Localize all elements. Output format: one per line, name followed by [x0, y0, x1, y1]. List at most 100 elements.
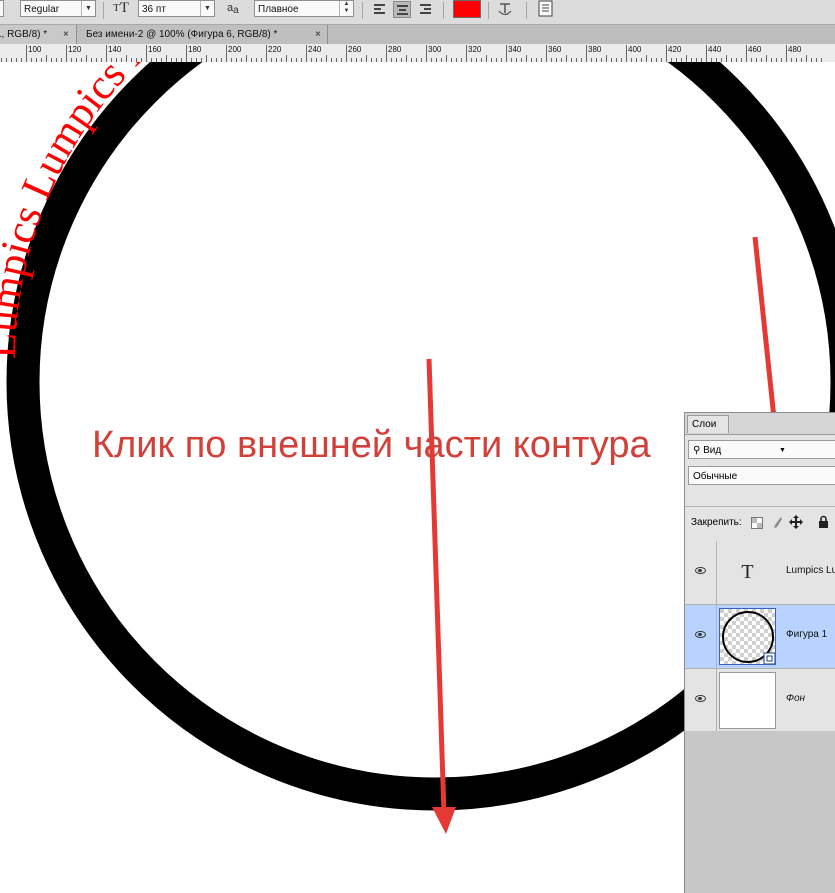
visibility-toggle[interactable]: [685, 669, 717, 732]
antialias-value: Плавное: [258, 4, 299, 15]
ruler-minor-tick: [646, 55, 647, 62]
updown-icon: ▲ ▼: [339, 1, 353, 16]
layers-panel: Слои ⚲ Вид ▼ Обычные Закрепить: T Lumpic…: [684, 412, 835, 893]
ruler-major-tick: [226, 45, 227, 62]
ruler-label: 460: [748, 45, 762, 54]
ruler-minor-tick: [286, 55, 287, 62]
ruler-minor-tick: [166, 55, 167, 62]
text-color-swatch[interactable]: [453, 0, 481, 18]
ruler-major-tick: [786, 45, 787, 62]
close-icon[interactable]: ×: [315, 25, 321, 44]
tab-document-1[interactable]: 1, RGB/8) * ×: [0, 25, 77, 44]
layers-empty-area: [685, 731, 835, 893]
ruler-minor-tick: [86, 55, 87, 62]
lock-transparent-icon[interactable]: [751, 517, 763, 529]
ruler-major-tick: [506, 45, 507, 62]
annotation-label: Клик по внешней части контура: [92, 424, 651, 466]
move-icon[interactable]: [789, 515, 803, 529]
lock-brush-icon[interactable]: [771, 516, 783, 530]
ruler-label: 200: [228, 45, 242, 54]
font-style-select[interactable]: Regular ▼: [20, 0, 96, 17]
align-left-button[interactable]: [371, 1, 389, 18]
tab-layers[interactable]: Слои: [687, 415, 729, 433]
layer-row-text[interactable]: T Lumpics Lu: [685, 541, 835, 605]
layer-filter-select[interactable]: ⚲ Вид ▼: [688, 440, 835, 459]
ruler-label: 280: [388, 45, 402, 54]
ruler-minor-tick: [446, 55, 447, 62]
lock-label: Закрепить:: [691, 517, 742, 528]
font-size-icon: TT: [113, 0, 129, 16]
layer-row-background[interactable]: Фон: [685, 669, 835, 733]
ruler-major-tick: [586, 45, 587, 62]
antialias-select[interactable]: Плавное ▲ ▼: [254, 0, 354, 17]
ruler-label: 420: [668, 45, 682, 54]
tab-document-2[interactable]: Без имени-2 @ 100% (Фигура 6, RGB/8) * ×: [78, 25, 328, 44]
blend-mode-value: Обычные: [693, 471, 738, 482]
chevron-down-icon: ▼: [200, 1, 214, 16]
shape-layer-thumbnail: [719, 608, 776, 665]
divider: [443, 2, 444, 19]
ruler-minor-tick: [726, 55, 727, 62]
eye-icon: [695, 695, 706, 702]
ruler-label: 240: [308, 45, 322, 54]
ruler-label: 400: [628, 45, 642, 54]
ruler-major-tick: [626, 45, 627, 62]
font-style-value: Regular: [24, 4, 60, 15]
ruler-label: 360: [548, 45, 562, 54]
ruler-major-tick: [746, 45, 747, 62]
blend-mode-select[interactable]: Обычные: [688, 466, 835, 485]
eye-icon: [695, 631, 706, 638]
ruler-label: 100: [28, 45, 42, 54]
visibility-toggle[interactable]: [685, 605, 717, 668]
ruler-minor-tick: [206, 55, 207, 62]
ruler-label: 340: [508, 45, 522, 54]
tab-label: 1, RGB/8) *: [0, 29, 48, 40]
divider: [103, 2, 104, 19]
layer-row-shape[interactable]: Фигура 1: [685, 605, 835, 669]
ruler-label: 480: [788, 45, 802, 54]
layer-name: Фон: [786, 693, 806, 704]
lock-icon[interactable]: [818, 515, 829, 529]
ruler-minor-tick: [406, 55, 407, 62]
font-family-select[interactable]: [0, 0, 4, 17]
layer-filter-value: Вид: [703, 445, 722, 456]
ruler-major-tick: [146, 45, 147, 62]
ruler-minor-tick: [806, 55, 807, 62]
ruler-major-tick: [106, 45, 107, 62]
ruler-minor-tick: [126, 55, 127, 62]
eye-icon: [695, 567, 706, 574]
ruler-minor-tick: [366, 55, 367, 62]
align-center-button[interactable]: [393, 1, 411, 18]
font-size-input[interactable]: 36 пт ▼: [138, 0, 215, 17]
ruler-minor-tick: [46, 55, 47, 62]
chevron-down-icon: ▼: [81, 1, 95, 16]
ruler-major-tick: [66, 45, 67, 62]
ruler-label: 440: [708, 45, 722, 54]
ruler-major-tick: [386, 45, 387, 62]
ruler-minor-tick: [566, 55, 567, 62]
ruler-major-tick: [26, 45, 27, 62]
horizontal-ruler: 100 120 140 160 180 200 220 240 260 280 300 320 340 3…: [0, 44, 835, 63]
align-right-button[interactable]: [417, 1, 435, 18]
ruler-label: 120: [68, 45, 82, 54]
warp-text-icon[interactable]: [497, 1, 513, 18]
ruler-label: 160: [148, 45, 162, 54]
ruler-major-tick: [666, 45, 667, 62]
tab-label: Без имени-2 @ 100% (Фигура 6, RGB/8) *: [86, 29, 278, 40]
layers-panel-body: ⚲ Вид ▼ Обычные Закрепить: T Lumpics Lu …: [685, 434, 835, 893]
options-bar: Regular ▼ TT 36 пт ▼ aa Плавное ▲ ▼: [0, 0, 835, 25]
font-size-value: 36 пт: [142, 4, 166, 15]
ruler-major-tick: [546, 45, 547, 62]
divider: [526, 2, 527, 19]
ruler-major-tick: [266, 45, 267, 62]
ruler-label: 380: [588, 45, 602, 54]
character-panel-icon[interactable]: [537, 0, 554, 18]
ruler-minor-tick: [486, 55, 487, 62]
antialias-icon: aa: [227, 2, 239, 16]
ruler-minor-tick: [326, 55, 327, 62]
ruler-label: 320: [468, 45, 482, 54]
background-layer-thumbnail: [719, 672, 776, 729]
ruler-label: 180: [188, 45, 202, 54]
close-icon[interactable]: ×: [63, 25, 69, 44]
visibility-toggle[interactable]: [685, 541, 717, 604]
